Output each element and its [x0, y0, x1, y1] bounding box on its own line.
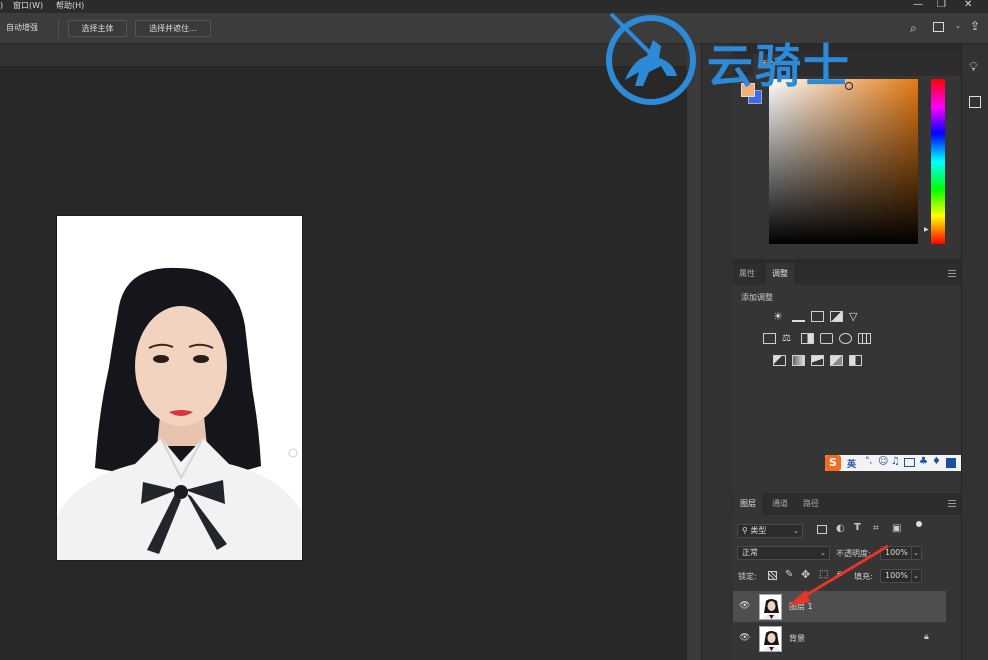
hue-slider[interactable] — [931, 79, 945, 244]
punctuation-icon[interactable]: °, — [865, 456, 872, 466]
adjustment-filter-icon[interactable]: ◐ — [836, 523, 845, 534]
curves-icon[interactable] — [811, 311, 824, 322]
layer-name[interactable]: 背景 — [789, 623, 805, 654]
learn-lightbulb-icon[interactable]: 💡︎ — [969, 60, 978, 75]
chevron-down-icon[interactable]: ⌄ — [955, 22, 961, 30]
tab-layers[interactable]: 图层 — [734, 493, 762, 515]
photo-filter-icon[interactable] — [820, 333, 833, 344]
portrait-photo — [57, 216, 302, 560]
menu-grid-icon[interactable] — [946, 458, 956, 468]
restore-button[interactable]: ❐ — [937, 0, 946, 10]
gradient-map-icon[interactable] — [830, 355, 843, 366]
ime-language-toggle[interactable]: 英 — [847, 457, 856, 470]
levels-icon[interactable] — [792, 311, 805, 322]
chevron-down-icon: ⌄ — [793, 527, 799, 535]
ime-toolbar: S 英 °, ☺ ♫ ♣ ♦ — [825, 455, 972, 471]
smart-object-filter-icon[interactable]: ▣ — [892, 523, 901, 534]
type-filter-icon[interactable]: T — [854, 522, 861, 533]
watermark-logo: 云骑士 — [603, 10, 923, 110]
layer-filter-value: 类型 — [750, 526, 767, 535]
opacity-dropdown[interactable]: ⌄ — [911, 546, 922, 560]
document-tab-strip — [0, 44, 690, 67]
lock-label: 锁定: — [738, 572, 757, 581]
panel-menu-icon[interactable] — [948, 500, 956, 508]
knight-logo-icon — [606, 12, 696, 105]
adjustments-panel-header: 属性 调整 — [733, 263, 961, 285]
selective-color-icon[interactable] — [849, 355, 862, 366]
layer-filter-dropdown[interactable]: ⚲ 类型 ⌄ — [737, 524, 803, 538]
layers-panel-header: 图层 通道 路径 — [733, 493, 961, 515]
watermark-text: 云骑士 — [707, 39, 851, 93]
divider — [58, 19, 59, 38]
lock-transparency-icon[interactable] — [768, 571, 777, 580]
chevron-down-icon: ⌄ — [913, 549, 919, 557]
black-white-icon[interactable] — [801, 333, 814, 344]
channel-mixer-icon[interactable] — [839, 333, 852, 344]
microphone-icon[interactable]: ♫ — [891, 456, 900, 467]
invert-icon[interactable] — [773, 355, 786, 366]
workspace-icon[interactable] — [933, 22, 944, 32]
skin-icon[interactable]: ♦ — [932, 456, 941, 467]
fill-dropdown[interactable]: ⌄ — [911, 569, 922, 583]
hue-sat-icon[interactable] — [763, 333, 776, 344]
document-image[interactable] — [56, 215, 303, 561]
panel-gutter — [687, 44, 701, 660]
visibility-eye-icon[interactable]: 👁︎ — [739, 601, 750, 611]
layer-thumbnail — [759, 626, 782, 652]
filter-toggle-icon[interactable] — [916, 521, 922, 527]
annotation-arrow — [788, 544, 889, 606]
color-balance-icon[interactable]: ⚖ — [782, 333, 795, 344]
vibrance-icon[interactable]: ▽ — [849, 311, 862, 322]
add-adjustment-heading: 添加调整 — [741, 293, 773, 302]
layer-lock-icon: 🔒︎ — [924, 632, 929, 642]
hue-slider-arrow-icon[interactable]: ▶ — [924, 226, 929, 233]
auto-enhance-checkbox[interactable]: 自动增强 — [6, 22, 38, 33]
minimize-button[interactable]: — — [913, 0, 923, 10]
tab-adjustments[interactable]: 调整 — [766, 263, 794, 285]
libraries-icon[interactable] — [969, 96, 981, 108]
pixel-filter-icon[interactable] — [817, 525, 827, 534]
layer-thumbnail — [759, 594, 782, 620]
color-lookup-icon[interactable] — [858, 333, 871, 344]
keyboard-icon[interactable] — [904, 458, 915, 467]
shape-filter-icon[interactable]: ⌗ — [873, 523, 879, 534]
right-icon-dock: 💡︎ — [961, 44, 988, 660]
collapsed-panel-dock — [701, 44, 733, 660]
layer-row[interactable]: 👁︎ 背景 🔒︎ — [733, 623, 946, 654]
tab-paths[interactable]: 路径 — [797, 493, 825, 515]
select-subject-button[interactable]: 选择主体 — [68, 20, 127, 37]
toolbox-icon[interactable]: ♣ — [919, 456, 928, 467]
sogou-logo-icon: S — [825, 455, 841, 471]
posterize-icon[interactable] — [792, 355, 805, 366]
select-and-mask-button[interactable]: 选择并遮住... — [135, 20, 211, 37]
close-button[interactable]: ✕ — [964, 0, 972, 10]
blend-mode-value: 正常 — [742, 548, 758, 557]
visibility-eye-icon[interactable]: 👁︎ — [739, 633, 750, 643]
emoji-icon[interactable]: ☺ — [878, 456, 888, 467]
share-icon[interactable]: ⇪ — [970, 19, 980, 33]
tab-properties[interactable]: 属性 — [733, 263, 761, 285]
exposure-icon[interactable] — [830, 311, 843, 322]
threshold-icon[interactable] — [811, 355, 824, 366]
tab-channels[interactable]: 通道 — [766, 493, 794, 515]
menu-item-help[interactable]: 帮助(H) — [56, 0, 84, 12]
brightness-icon[interactable]: ☀ — [773, 311, 786, 322]
chevron-down-icon: ⌄ — [913, 572, 919, 580]
menu-item-partial[interactable]: ) — [0, 0, 3, 12]
panel-menu-icon[interactable] — [948, 270, 956, 278]
menu-item-window[interactable]: 窗口(W) — [13, 0, 43, 12]
